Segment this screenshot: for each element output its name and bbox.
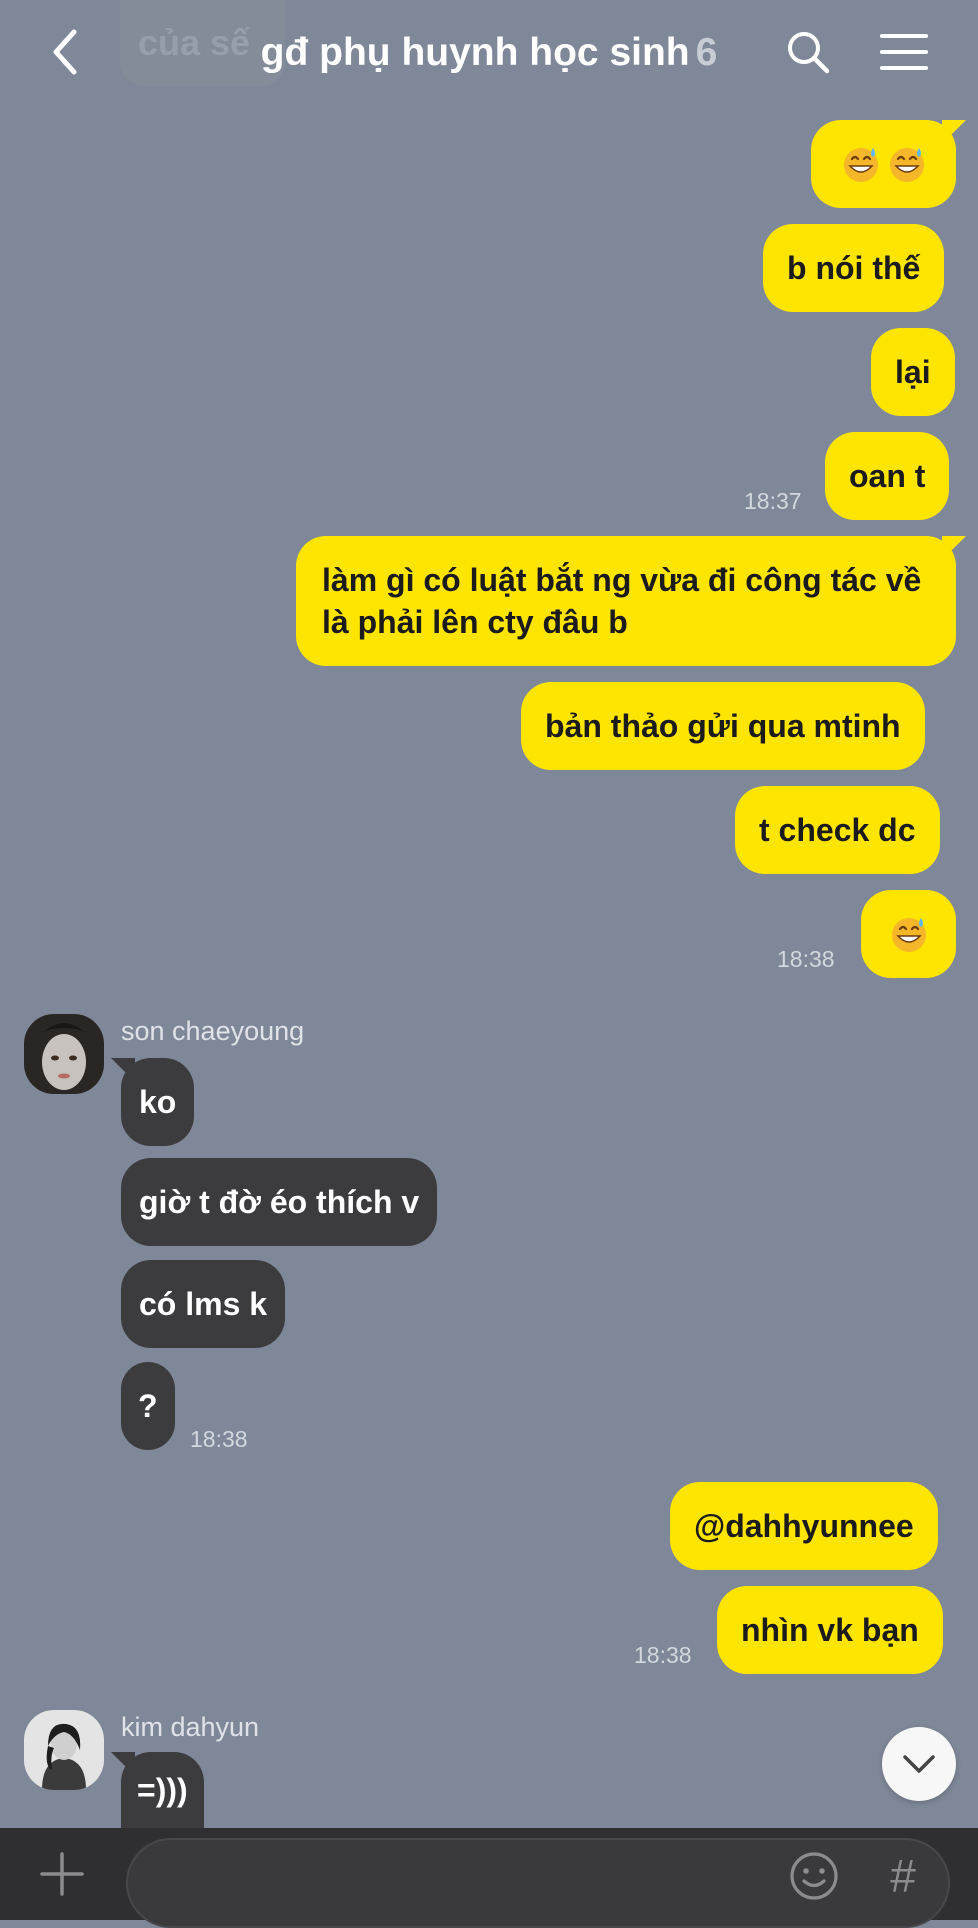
avatar[interactable]	[24, 1710, 104, 1790]
outgoing-message-bubble[interactable]: nhìn vk bạn	[717, 1586, 943, 1674]
message-timestamp: 18:38	[634, 1642, 692, 1668]
member-count: 6	[695, 31, 718, 74]
plus-icon	[40, 1852, 84, 1896]
back-button[interactable]	[40, 24, 90, 80]
avatar[interactable]	[24, 1014, 104, 1094]
outgoing-message-bubble[interactable]: t check dc	[735, 786, 940, 874]
menu-button[interactable]	[876, 24, 932, 80]
hashtag-search-button[interactable]: #	[878, 1848, 928, 1904]
faded-previous-message: của sế	[120, 0, 285, 86]
chat-header: của sế gđ phụ huynh học sinh 6	[0, 0, 978, 104]
grinning-sweat-emoji-icon	[843, 148, 878, 182]
outgoing-message-bubble[interactable]: @dahhyunnee	[670, 1482, 938, 1570]
profile-photo	[24, 1710, 104, 1790]
outgoing-message-bubble[interactable]	[861, 890, 956, 978]
incoming-message-bubble[interactable]: ko	[121, 1058, 195, 1146]
outgoing-message-bubble[interactable]: lại	[871, 328, 955, 416]
message-timestamp: 18:37	[744, 488, 802, 514]
chat-title-text: gđ phụ huynh học sinh	[260, 31, 690, 74]
incoming-message-bubble[interactable]: có lms k	[121, 1260, 286, 1348]
hamburger-menu-icon	[880, 34, 928, 70]
grinning-sweat-emoji-icon	[889, 148, 924, 182]
outgoing-message-bubble[interactable]	[811, 120, 956, 208]
message-input-bar: #	[0, 1828, 978, 1928]
grinning-sweat-emoji-icon	[891, 918, 926, 952]
chevron-left-icon	[53, 29, 77, 75]
attach-button[interactable]	[36, 1848, 88, 1900]
sender-name: son chaeyoung	[121, 1016, 305, 1046]
outgoing-message-bubble[interactable]: b nói thế	[763, 224, 945, 312]
message-timestamp: 18:38	[190, 1426, 248, 1452]
search-icon	[788, 32, 830, 74]
emoji-button[interactable]	[786, 1848, 842, 1904]
sender-name: kim dahyun	[121, 1712, 260, 1742]
smiley-icon	[790, 1852, 838, 1900]
message-timestamp: 18:38	[777, 946, 835, 972]
outgoing-message-bubble[interactable]: oan t	[825, 432, 950, 520]
outgoing-message-bubble[interactable]: bản thảo gửi qua mtinh	[521, 682, 925, 770]
outgoing-message-bubble[interactable]: làm gì có luật bắt ng vừa đi công tác về…	[296, 536, 956, 666]
profile-photo	[24, 1014, 104, 1094]
search-button[interactable]	[780, 24, 836, 80]
chevron-down-icon	[903, 1755, 935, 1773]
incoming-message-bubble[interactable]: giờ t đờ éo thích v	[121, 1158, 438, 1246]
incoming-message-bubble[interactable]: ?	[121, 1362, 175, 1450]
scroll-to-bottom-button[interactable]	[882, 1727, 956, 1801]
incoming-message-bubble[interactable]: =)))	[121, 1752, 204, 1828]
